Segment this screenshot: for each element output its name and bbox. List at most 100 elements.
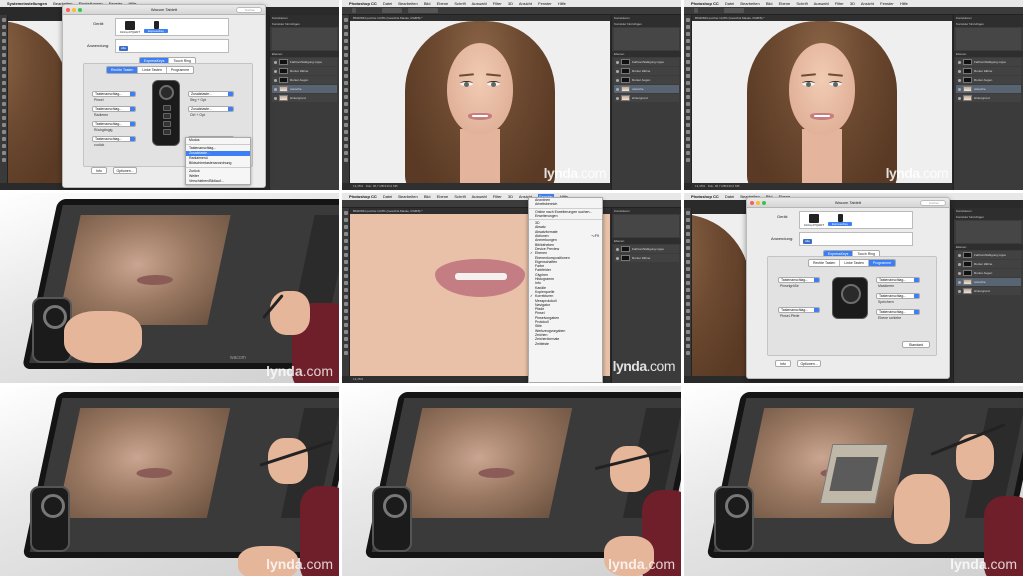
key-popup[interactable]: Tastenanschlag... [876,277,920,283]
tab-left-keys[interactable]: Linke Tasten [840,260,869,266]
device-cintiq[interactable]: Cintiq 27QHDT [802,214,826,227]
layer-row[interactable]: Farbton/Sättigung Lippe [272,58,337,66]
ps-toolbar [684,15,692,183]
eye-icon[interactable] [616,78,619,82]
layer-row[interactable]: Runter Augen [272,76,337,84]
info-button[interactable]: Info [775,360,791,367]
layer-row[interactable]: Runter Zähne [956,67,1021,75]
all-apps-icon[interactable]: Alle [803,235,813,245]
tab-programs[interactable]: Programme [868,260,896,266]
key-popup[interactable]: Tastenanschlag... [92,121,136,127]
key-popup[interactable]: Zusatztaste... [188,91,234,97]
layer-row[interactable]: Runter Zähne [614,67,679,75]
layer-row[interactable]: retusche [272,85,337,93]
eye-icon[interactable] [274,60,277,64]
left-hand [64,311,142,363]
option-field[interactable] [724,8,744,13]
frame-wacom-expresskeys: Systemeinstellungen Bearbeiten Einstellu… [0,0,339,190]
mac-menubar: Photoshop CC Datei Bearbeiten Bild Ebene… [684,0,1023,7]
ps-toolbar [342,15,350,183]
layer-row[interactable]: retusche [956,85,1021,93]
layer-row[interactable]: Hintergrund [272,94,337,102]
key-popup[interactable]: Tastenanschlag... [778,307,820,313]
layer-row[interactable]: Farbton/Sättigung Lippe [614,58,679,66]
option-field[interactable] [408,8,438,13]
zoom-icon[interactable] [762,201,766,205]
thumbnail-grid: Systemeinstellungen Bearbeiten Einstellu… [0,0,1023,576]
eye-icon[interactable] [958,87,961,91]
app-label: Anwendung: [87,43,110,48]
key-popup[interactable]: Tastenanschlag... [876,293,920,299]
tab-left-keys[interactable]: Linke Tasten [138,67,167,73]
menu-item[interactable]: Zeitleiste [529,342,602,346]
standard-button[interactable]: Standard [902,341,930,348]
lynda-watermark: lynda.com [612,358,676,374]
option-field[interactable] [382,8,402,13]
app-strip: Alle [115,39,229,53]
wacom-dialog: Wacom Tablett Suchen Gerät: Cintiq 27QHD… [746,197,950,379]
key-popup[interactable]: Zusatztaste... [188,106,234,112]
ps-canvas[interactable] [350,21,610,183]
layer-row[interactable]: Runter Zähne [272,67,337,75]
options-button[interactable]: Optionen... [797,360,821,367]
expresskey-remote-diagram [152,80,180,146]
ps-canvas[interactable] [692,21,952,183]
all-apps-icon[interactable]: Alle [119,42,129,52]
menu-item[interactable]: Bildschirmtastenanordnung [186,161,250,166]
tab-right-keys[interactable]: Rechte Tasten [107,67,139,73]
eye-icon[interactable] [274,96,277,100]
eye-icon[interactable] [616,69,619,73]
layer-row[interactable]: retusche [614,85,679,93]
tool-preset[interactable] [694,8,698,13]
tool-preset[interactable] [352,8,356,13]
layer-row[interactable]: Hintergrund [614,94,679,102]
eye-icon[interactable] [958,60,961,64]
device-expresskey[interactable]: ExpressKey [828,214,852,226]
menu-item[interactable]: Arbeitsbereich [529,202,602,206]
lynda-watermark: lynda.com [885,165,949,181]
minimize-icon[interactable] [72,8,76,12]
zoom-icon[interactable] [78,8,82,12]
device-expresskey[interactable]: ExpressKey [144,21,168,33]
eye-icon[interactable] [616,60,619,64]
menu-item[interactable]: Verschieben/Bildlauf... [186,179,250,184]
key-popup[interactable]: Tastenanschlag... [778,277,820,283]
window-menu: Anordnen Arbeitsbereich Online nach Erwe… [528,197,603,383]
ps-options-bar [342,7,681,15]
eye-icon[interactable] [616,87,619,91]
key-popup[interactable]: Tastenanschlag... [92,91,136,97]
eye-icon[interactable] [274,78,277,82]
info-button[interactable]: Info [91,167,107,174]
key-popup[interactable]: Tastenanschlag... [92,106,136,112]
eye-icon[interactable] [616,96,619,100]
layer-row[interactable]: Runter Augen [614,76,679,84]
lynda-watermark: lynda.com [950,556,1017,572]
tab-right-keys[interactable]: Rechte Tasten [809,260,841,266]
close-icon[interactable] [66,8,70,12]
frame-tablet-onscreen-dialog: lynda.com [684,386,1023,576]
key-popup[interactable]: Tastenanschlag... [92,136,136,142]
menu-item[interactable]: Modus [186,138,250,143]
minimize-icon[interactable] [756,201,760,205]
layer-row[interactable]: Hintergrund [956,94,1021,102]
eye-icon[interactable] [274,87,277,91]
menu-app[interactable]: Systemeinstellungen [7,1,47,6]
eye-icon[interactable] [274,69,277,73]
device-cintiq[interactable]: Cintiq 27QHDT [118,21,142,34]
tab-programs[interactable]: Programme [167,67,193,73]
layer-row[interactable]: Runter Augen [956,76,1021,84]
lips-closeup [435,259,525,297]
lynda-watermark: lynda.com [608,556,675,572]
eye-icon[interactable] [958,78,961,82]
right-hand [270,291,310,335]
search-input[interactable]: Suchen [236,7,262,13]
dialog-title: Wacom Tablett [150,7,178,12]
eye-icon[interactable] [958,69,961,73]
layer-row[interactable]: Farbton/Sättigung Lippe [956,58,1021,66]
key-popup[interactable]: Tastenanschlag... [876,309,920,315]
options-button[interactable]: Optionen... [113,167,137,174]
eye-icon[interactable] [958,96,961,100]
search-input[interactable]: Suchen [920,200,946,206]
close-icon[interactable] [750,201,754,205]
menu-item[interactable]: Erweiterungen [529,214,602,218]
